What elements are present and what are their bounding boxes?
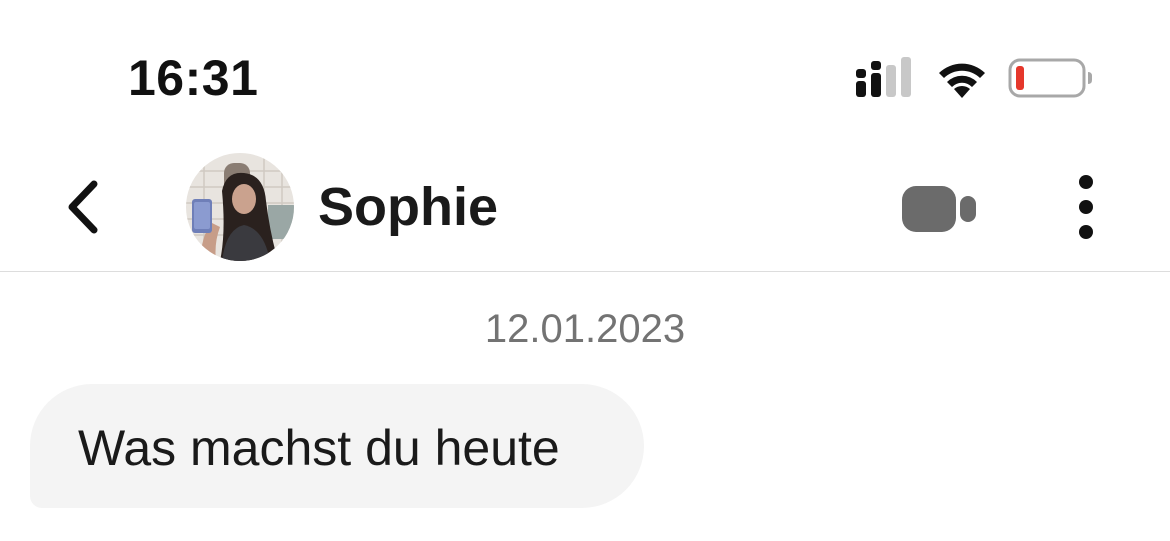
chat-screen: 16:31 Sophie 12.01.2023 Was machst du he… (0, 0, 1170, 541)
cellular-signal-icon (856, 57, 911, 97)
back-button[interactable] (58, 176, 112, 238)
video-camera-icon (902, 186, 976, 232)
header-divider (0, 271, 1170, 272)
incoming-message-bubble[interactable]: Was machst du heute (30, 384, 644, 508)
date-separator: 12.01.2023 (484, 307, 686, 351)
chevron-left-icon (68, 180, 98, 234)
vertical-ellipsis-icon (1079, 175, 1093, 239)
battery-low-icon (1008, 58, 1092, 98)
video-call-button[interactable] (898, 180, 980, 236)
status-time: 16:31 (128, 50, 259, 106)
message-text: Was machst du heute (78, 420, 560, 476)
wifi-icon (939, 63, 985, 98)
contact-name[interactable]: Sophie (318, 176, 498, 238)
contact-photo-avatar (186, 153, 294, 261)
more-options-button[interactable] (1064, 172, 1108, 244)
contact-avatar[interactable] (186, 153, 294, 261)
